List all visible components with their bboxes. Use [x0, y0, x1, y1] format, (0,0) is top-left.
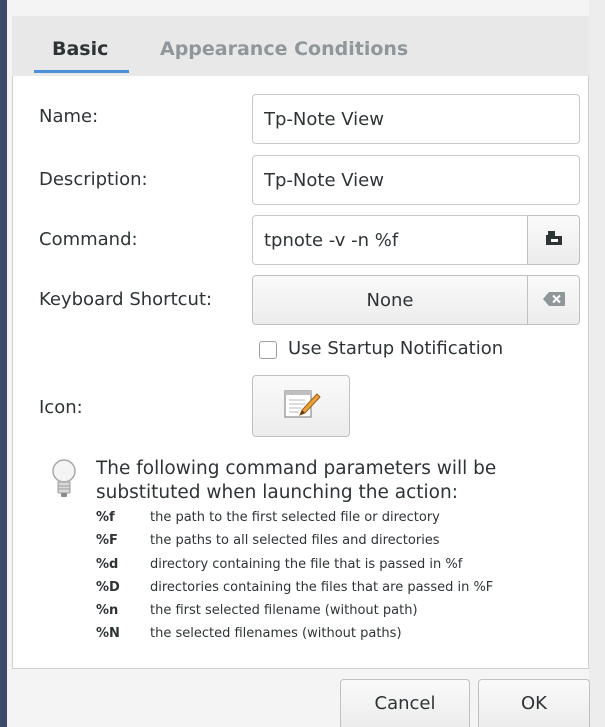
command-input[interactable]: [252, 215, 528, 265]
param-desc: the selected filenames (without paths): [150, 626, 402, 642]
param-code: %N: [96, 626, 120, 642]
active-tab-indicator: [34, 70, 129, 73]
name-label: Name:: [39, 106, 99, 127]
name-input[interactable]: [252, 94, 580, 144]
param-code: %n: [96, 603, 119, 619]
cancel-button[interactable]: Cancel: [340, 679, 470, 727]
window-left-border: [0, 0, 7, 727]
lightbulb-icon: [50, 458, 78, 506]
keyboard-shortcut-label: Keyboard Shortcut:: [39, 289, 213, 310]
folder-open-icon: [544, 229, 564, 252]
icon-label: Icon:: [39, 397, 83, 418]
param-code: %f: [96, 510, 115, 525]
param-desc: the first selected filename (without pat…: [150, 603, 418, 619]
param-code: %F: [96, 533, 118, 549]
param-desc: the paths to all selected files and dire…: [150, 533, 440, 549]
tab-appearance-conditions[interactable]: Appearance Conditions: [160, 38, 408, 60]
shortcut-button[interactable]: None: [252, 275, 528, 325]
param-desc: directory containing the file that is pa…: [150, 556, 463, 572]
param-desc: directories containing the files that ar…: [150, 579, 494, 595]
param-code: %d: [96, 556, 119, 572]
notepad-pencil-icon: [281, 386, 321, 427]
shortcut-clear-button[interactable]: [527, 275, 580, 325]
backspace-clear-icon: [542, 290, 565, 311]
icon-chooser-button[interactable]: [252, 375, 350, 437]
description-label: Description:: [39, 169, 148, 190]
startup-notification-label[interactable]: Use Startup Notification: [288, 338, 503, 359]
startup-notification-checkbox[interactable]: [259, 341, 277, 359]
window-right-edge: [589, 0, 605, 727]
param-code: %D: [96, 579, 120, 595]
description-input[interactable]: [252, 155, 580, 205]
ok-button[interactable]: OK: [478, 679, 590, 727]
parameters-info-text: The following command parameters will be…: [96, 458, 497, 503]
command-label: Command:: [39, 229, 138, 250]
param-desc: the path to the first selected file or d…: [150, 510, 440, 525]
tab-basic[interactable]: Basic: [52, 38, 108, 60]
command-browse-button[interactable]: [527, 215, 580, 265]
